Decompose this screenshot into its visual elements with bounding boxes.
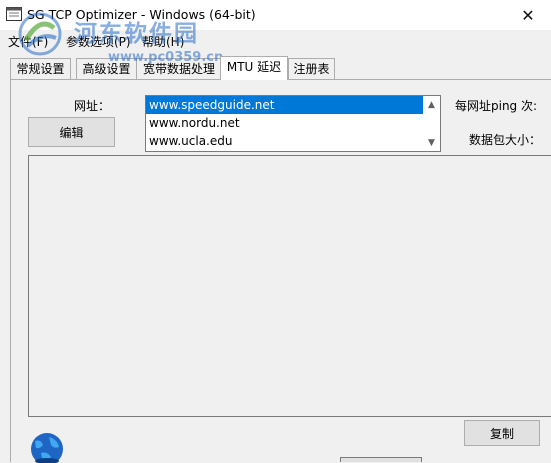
close-button[interactable]: ✕ xyxy=(505,0,551,30)
edit-button[interactable]: 编辑 xyxy=(28,117,115,147)
tab-advanced[interactable]: 高级设置 xyxy=(76,58,137,79)
tab-mtu-latency[interactable]: MTU 延迟 xyxy=(220,56,288,80)
title-bar: SG TCP Optimizer - Windows (64-bit) ✕ xyxy=(0,0,551,31)
scroll-up-arrow-icon[interactable]: ▲ xyxy=(423,96,440,113)
tab-bandwidth[interactable]: 宽带数据处理 xyxy=(136,58,222,79)
window-title: SG TCP Optimizer - Windows (64-bit) xyxy=(27,7,256,22)
copy-button[interactable]: 复制 xyxy=(464,420,540,446)
listbox-scrollbar[interactable]: ▲ ▼ xyxy=(423,96,440,151)
url-list-item[interactable]: www.nordu.net xyxy=(146,114,440,132)
app-window-icon xyxy=(6,7,22,21)
url-list-item[interactable]: www.speedguide.net xyxy=(146,96,423,114)
url-list-item[interactable]: www.ucla.edu xyxy=(146,132,440,150)
globe-icon xyxy=(31,433,63,463)
scroll-down-arrow-icon[interactable]: ▼ xyxy=(423,134,440,151)
url-label: 网址： xyxy=(74,99,111,113)
packet-size-label: 数据包大小： xyxy=(469,133,542,147)
pings-per-url-label: 每网址ping 次: xyxy=(455,99,538,113)
url-listbox[interactable]: www.speedguide.net www.nordu.net www.ucl… xyxy=(145,95,441,152)
tab-registry[interactable]: 注册表 xyxy=(288,58,335,79)
menu-help[interactable]: 帮助(H) xyxy=(142,33,184,50)
tab-strip: 常规设置 高级设置 宽带数据处理 MTU 延迟 注册表 xyxy=(10,56,550,80)
tab-general[interactable]: 常规设置 xyxy=(10,58,71,79)
menu-file[interactable]: 文件(F) xyxy=(8,33,48,50)
close-icon: ✕ xyxy=(521,5,535,25)
output-area[interactable] xyxy=(28,155,551,417)
menu-options[interactable]: 参数选项(P) xyxy=(66,33,131,50)
bottom-button-edge xyxy=(340,457,422,462)
menu-bar: 文件(F) 参数选项(P) 帮助(H) xyxy=(0,30,551,52)
